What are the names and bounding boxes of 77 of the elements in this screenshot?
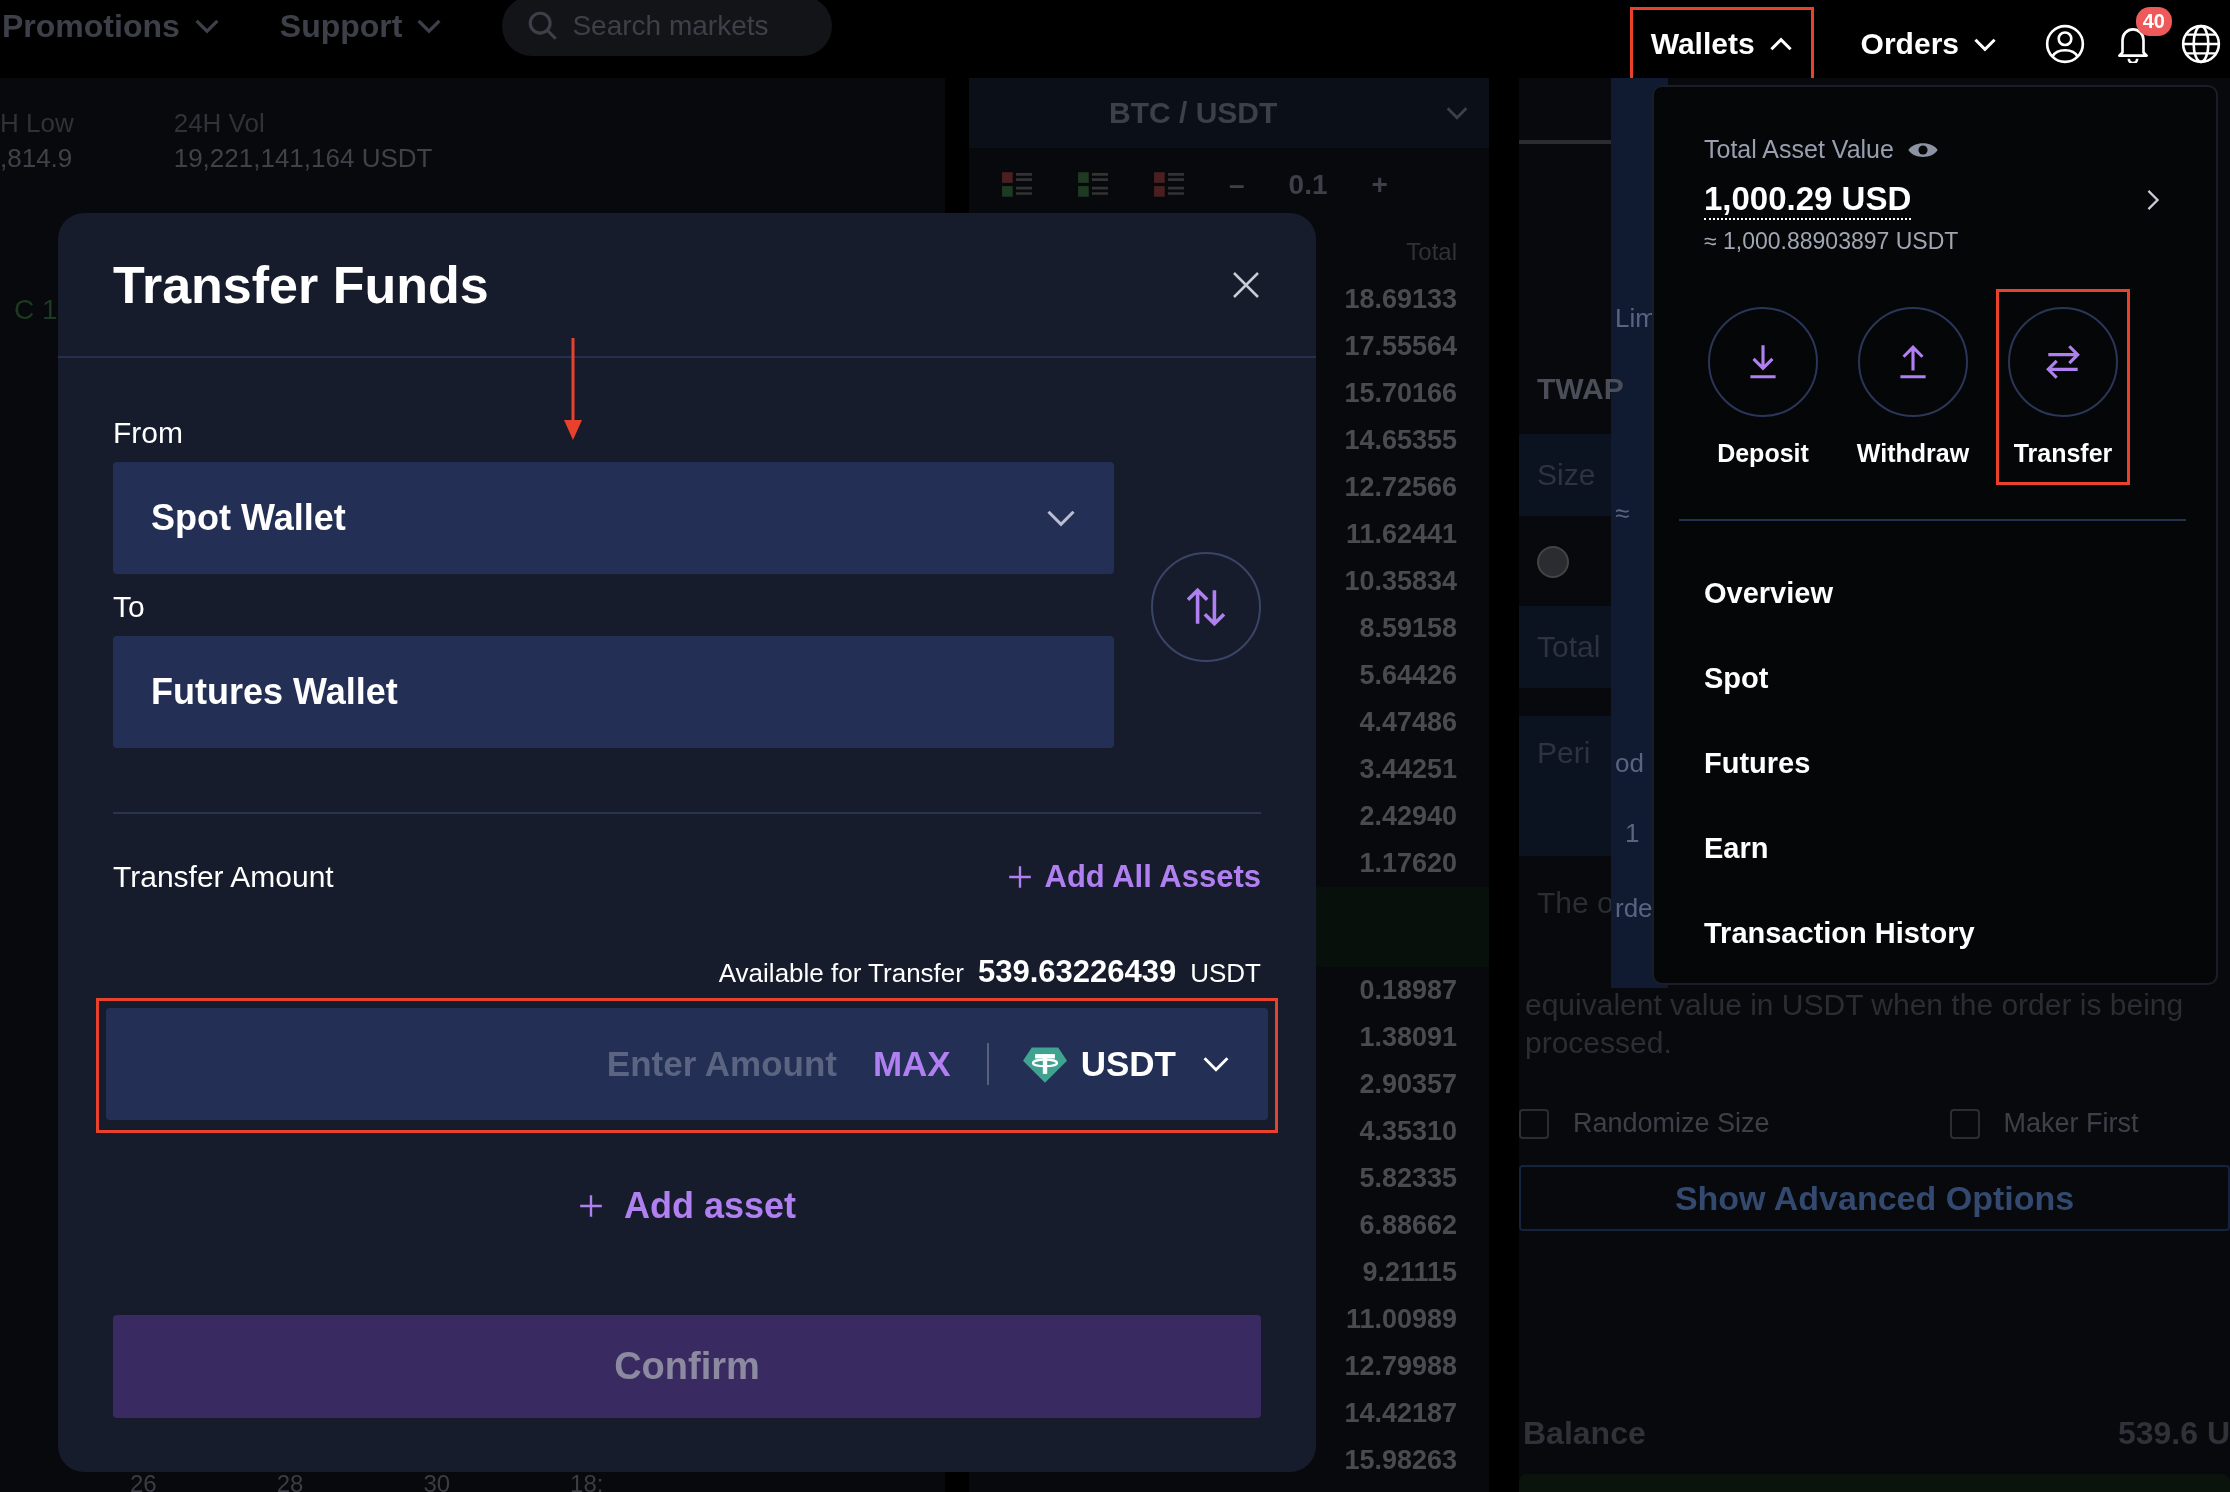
bid-total: 11.00989 (1345, 1303, 1458, 1336)
bid-total: 2.90357 (1359, 1068, 1458, 1101)
checkbox[interactable] (1519, 1108, 1549, 1139)
wallet-action-button[interactable]: Deposit (1696, 289, 1830, 485)
available-label: Available for Transfer (718, 958, 964, 989)
menu-item[interactable]: Futures (1704, 721, 2166, 806)
partial-label: od (1615, 748, 1644, 779)
ask-total: 12.72566 (1344, 471, 1458, 504)
menu-item[interactable]: Spot (1704, 636, 2166, 721)
total-asset-approx: ≈ 1,000.88903897 USDT (1704, 228, 1960, 255)
total-asset-value[interactable]: 1,000.29 USD (1704, 180, 1912, 220)
plus-icon (1006, 864, 1033, 890)
stat-value: ,814.9 (0, 143, 74, 174)
menu-item[interactable]: Overview (1704, 551, 2166, 636)
stat-value: 19,221,141,164 USDT (173, 143, 433, 174)
globe-icon[interactable] (2180, 23, 2222, 65)
bid-total: 14.42187 (1344, 1397, 1458, 1430)
bid-total: 4.35310 (1359, 1115, 1458, 1148)
checkbox-label: Maker First (2003, 1108, 2139, 1139)
plus-icon (577, 1193, 604, 1219)
swap-button[interactable] (1151, 552, 1261, 662)
chevron-down-icon (1046, 509, 1076, 527)
chevron-down-icon (416, 18, 443, 34)
bid-total: 15.98263 (1344, 1444, 1458, 1477)
bid-total: 12.79988 (1344, 1350, 1458, 1383)
ask-total: 14.65355 (1344, 424, 1458, 457)
bid-total: 5.82335 (1359, 1162, 1458, 1195)
chevron-down-icon (193, 18, 220, 34)
amount-input[interactable]: Enter Amount (106, 1043, 873, 1085)
wallet-select[interactable]: Spot Wallet (113, 462, 1114, 574)
asset-select[interactable]: USDT (1022, 1044, 1230, 1084)
chevron-down-icon (1445, 106, 1469, 120)
field-label: From (113, 416, 184, 450)
ask-total: 1.17620 (1359, 847, 1458, 880)
available-unit: USDT (1190, 958, 1261, 989)
field-label: To (113, 590, 146, 624)
menu-item[interactable]: Earn (1704, 806, 2166, 891)
bid-total: 6.88662 (1359, 1209, 1458, 1242)
caret-icon (1973, 36, 1997, 52)
available-amount: 539.63226439 (977, 954, 1177, 990)
ask-total: 11.62441 (1345, 518, 1458, 551)
ask-total: 3.44251 (1359, 753, 1458, 786)
ask-total: 4.47486 (1359, 706, 1458, 739)
ask-total: 15.70166 (1344, 377, 1458, 410)
add-asset-link[interactable]: Add asset (577, 1185, 797, 1227)
ask-total: 5.64426 (1359, 659, 1458, 692)
ask-total: 10.35834 (1344, 565, 1458, 598)
user-icon[interactable] (2044, 23, 2086, 65)
total-asset-label: Total Asset Value (1704, 135, 1894, 164)
slider-handle[interactable] (1537, 546, 1569, 578)
menu-item[interactable]: Transaction History (1704, 891, 2166, 976)
checkbox-label: Randomize Size (1573, 1108, 1770, 1139)
coin-icon (1022, 1045, 1067, 1083)
wallet-action-button[interactable]: Transfer (1996, 289, 2130, 485)
add-all-assets-link[interactable]: Add All Assets (1006, 859, 1261, 895)
max-button[interactable]: MAX (872, 1044, 951, 1084)
wallet-action-button[interactable]: Withdraw (1846, 289, 1980, 485)
ask-total: 2.42940 (1359, 800, 1458, 833)
chevron-right-icon[interactable] (2146, 189, 2160, 211)
close-icon[interactable] (1231, 269, 1261, 300)
step-value: 0.1 (1288, 169, 1328, 201)
notification-count: 40 (2135, 7, 2172, 36)
bid-total: 0.18987 (1359, 974, 1458, 1007)
ask-total: 8.59158 (1359, 612, 1458, 645)
dialog-title: Transfer Funds (113, 254, 489, 315)
ask-total: 17.55564 (1344, 330, 1458, 363)
section-title: Transfer Amount (113, 860, 334, 894)
partial-label: 1 (1625, 818, 1640, 849)
bid-total: 1.38091 (1359, 1021, 1458, 1054)
bid-total: 9.21115 (1362, 1256, 1458, 1289)
orders-menu-button[interactable]: Orders (1839, 7, 2018, 81)
caret-icon (1768, 36, 1793, 52)
partial-label: ≈ (1615, 498, 1630, 529)
chevron-down-icon (1202, 1056, 1230, 1072)
ask-total: 18.69133 (1344, 283, 1458, 316)
partial-label: rde (1615, 893, 1653, 924)
checkbox[interactable] (1949, 1108, 1980, 1139)
